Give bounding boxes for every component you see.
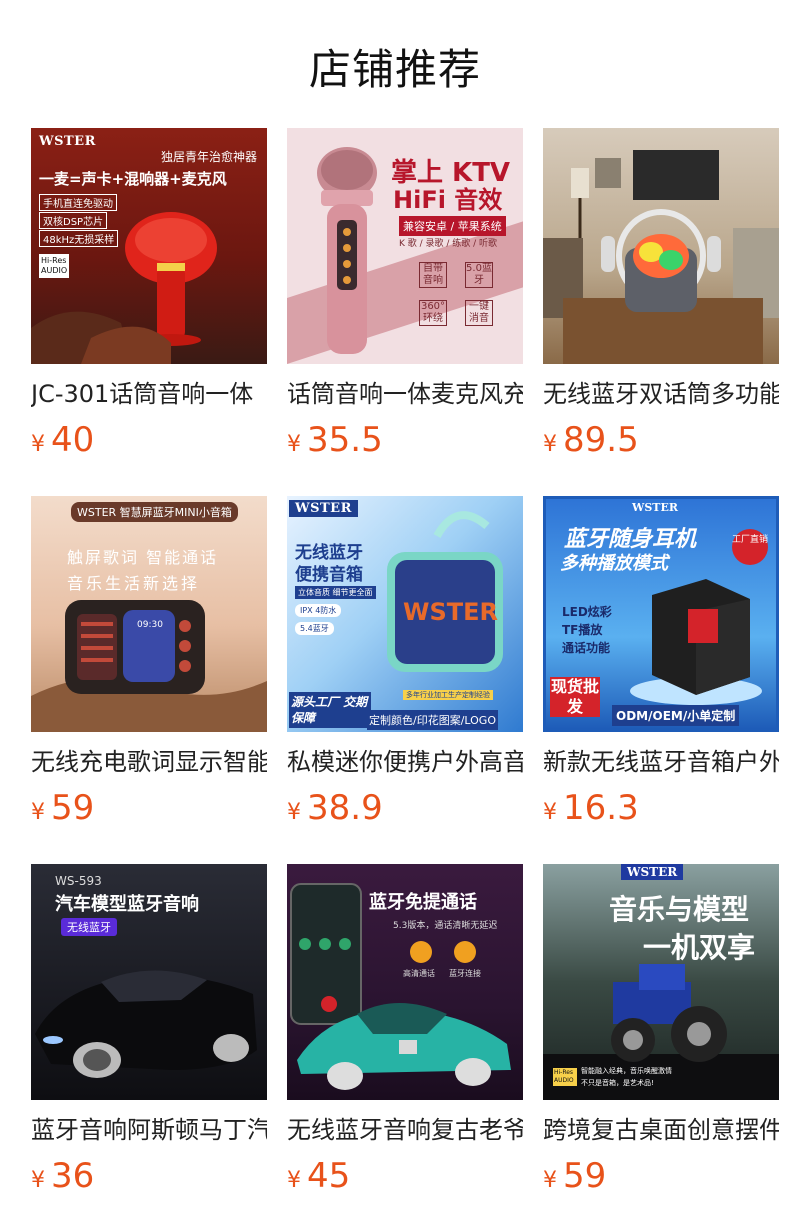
product-image[interactable]: 掌上 KTV HiFi 音效 兼容安卓 / 苹果系统 K 歌 / 录歌 / 练歌… <box>287 128 523 364</box>
currency-symbol: ¥ <box>31 1168 45 1193</box>
price-value: 40 <box>51 420 95 460</box>
subtitle-text: 智能融入经典，音乐唤醒激情 <box>581 1067 672 1075</box>
product-card[interactable]: WSTER 无线蓝牙 便携音箱 立体音质 细节更全面 IPX 4防水 5.4蓝牙… <box>287 496 523 828</box>
feature-tag: 一键消音 <box>465 300 493 326</box>
experience-note: 多年行业加工生产定制经验 <box>403 690 493 700</box>
product-name[interactable]: 新款无线蓝牙音箱户外 <box>543 746 779 778</box>
product-price: ¥16.3 <box>543 788 779 828</box>
currency-symbol: ¥ <box>31 800 45 825</box>
price-value: 36 <box>51 1156 95 1196</box>
product-image[interactable]: WSTER 智慧屏蓝牙MINI小音箱 触屏歌词 智能通话 音乐生活新选择 09:… <box>31 496 267 732</box>
product-price: ¥89.5 <box>543 420 779 460</box>
product-card[interactable]: 无线蓝牙双话筒多功能 ¥89.5 <box>543 128 779 460</box>
feature-tag: 5.0蓝牙 <box>465 262 493 288</box>
usage-label: K 歌 / 录歌 / 练歌 / 听歌 <box>399 239 498 249</box>
product-card[interactable]: 蓝牙免提通话 5.3版本，通话清晰无延迟 高清通话 蓝牙连接 无线蓝牙音响复古老… <box>287 864 523 1196</box>
price-value: 45 <box>307 1156 351 1196</box>
product-price: ¥38.9 <box>287 788 523 828</box>
price-value: 89.5 <box>563 420 639 460</box>
product-card[interactable]: 掌上 KTV HiFi 音效 兼容安卓 / 苹果系统 K 歌 / 录歌 / 练歌… <box>287 128 523 460</box>
product-image[interactable] <box>543 128 779 364</box>
tractor-illustration <box>543 964 779 1100</box>
footer-text: 定制颜色/印花图案/LOGO <box>367 710 498 730</box>
product-image[interactable]: WSTER 无线蓝牙 便携音箱 立体音质 细节更全面 IPX 4防水 5.4蓝牙… <box>287 496 523 732</box>
mic-lamp-illustration <box>31 212 217 364</box>
feature-tag: 360°环绕 <box>419 300 447 326</box>
compat-label: 兼容安卓 / 苹果系统 <box>399 216 506 236</box>
page-title: 店铺推荐 <box>308 45 481 94</box>
product-card[interactable]: WS-593 汽车模型蓝牙音响 无线蓝牙 蓝牙音响阿斯顿马丁汽 ¥36 <box>31 864 267 1196</box>
currency-symbol: ¥ <box>543 1168 557 1193</box>
product-name[interactable]: 跨境复古桌面创意摆件 <box>543 1114 779 1146</box>
footer-badge: 源头工厂 交期保障 <box>289 692 371 728</box>
product-price: ¥59 <box>31 788 267 828</box>
product-card[interactable]: WSTER 独居青年治愈神器 一麦=声卡+混响器+麦克风 手机直连免驱动 双核D… <box>31 128 267 460</box>
product-image[interactable]: 蓝牙免提通话 5.3版本，通话清晰无延迟 高清通话 蓝牙连接 <box>287 864 523 1100</box>
product-name[interactable]: 蓝牙音响阿斯顿马丁汽 <box>31 1114 267 1146</box>
feature-label: 高清通话 <box>403 969 435 978</box>
price-value: 38.9 <box>307 788 383 828</box>
headline-text-2: HiFi 音效 <box>393 186 503 214</box>
price-value: 59 <box>51 788 95 828</box>
footer-badge: 现货批发 <box>550 677 600 717</box>
subtitle-text-2: 不只是音箱，是艺术品! <box>581 1079 654 1087</box>
product-price: ¥59 <box>543 1156 779 1196</box>
price-value: 16.3 <box>563 788 639 828</box>
price-value: 59 <box>563 1156 607 1196</box>
product-price: ¥45 <box>287 1156 523 1196</box>
product-price: ¥35.5 <box>287 420 523 460</box>
currency-symbol: ¥ <box>287 432 301 457</box>
product-name[interactable]: 话筒音响一体麦克风充 <box>287 378 523 410</box>
product-name[interactable]: 无线充电歌词显示智能 <box>31 746 267 778</box>
subtitle-text: 5.3版本，通话清晰无延迟 <box>393 921 498 931</box>
feature-label: 蓝牙连接 <box>449 969 481 978</box>
feature-tag: 自带音响 <box>419 262 447 288</box>
product-card[interactable]: WSTER 蓝牙随身耳机 多种播放模式 工厂直销 LED炫彩 TF播放 通话功能… <box>543 496 779 828</box>
product-image[interactable]: WSTER 蓝牙随身耳机 多种播放模式 工厂直销 LED炫彩 TF播放 通话功能… <box>543 496 779 732</box>
speaker-logo: WSTER <box>403 598 499 626</box>
product-card[interactable]: WSTER 音乐与模型 一机双享 Hi-Res AUDIO 智能融入经典，音乐唤… <box>543 864 779 1196</box>
product-price: ¥36 <box>31 1156 267 1196</box>
product-name[interactable]: JC-301话筒音响一体 <box>31 378 267 410</box>
radio-speaker-illustration <box>31 600 267 732</box>
currency-symbol: ¥ <box>287 800 301 825</box>
sports-car-illustration <box>35 970 257 1078</box>
product-price: ¥40 <box>31 420 267 460</box>
product-name[interactable]: 私模迷你便携户外高音 <box>287 746 523 778</box>
screen-time: 09:30 <box>137 620 163 630</box>
currency-symbol: ¥ <box>543 800 557 825</box>
speaker-room-illustration <box>543 150 779 364</box>
currency-symbol: ¥ <box>287 1168 301 1193</box>
hires-badge: Hi-Res AUDIO <box>553 1068 577 1086</box>
product-card[interactable]: WSTER 智慧屏蓝牙MINI小音箱 触屏歌词 智能通话 音乐生活新选择 09:… <box>31 496 267 828</box>
footer-text: ODM/OEM/小单定制 <box>612 705 740 726</box>
product-image[interactable]: WS-593 汽车模型蓝牙音响 无线蓝牙 <box>31 864 267 1100</box>
currency-symbol: ¥ <box>31 432 45 457</box>
product-name[interactable]: 无线蓝牙音响复古老爷 <box>287 1114 523 1146</box>
product-image[interactable]: WSTER 独居青年治愈神器 一麦=声卡+混响器+麦克风 手机直连免驱动 双核D… <box>31 128 267 364</box>
product-image[interactable]: WSTER 音乐与模型 一机双享 Hi-Res AUDIO 智能融入经典，音乐唤… <box>543 864 779 1100</box>
price-value: 35.5 <box>307 420 383 460</box>
product-name[interactable]: 无线蓝牙双话筒多功能 <box>543 378 779 410</box>
headline-text: 蓝牙免提通话 <box>369 892 477 913</box>
currency-symbol: ¥ <box>543 432 557 457</box>
